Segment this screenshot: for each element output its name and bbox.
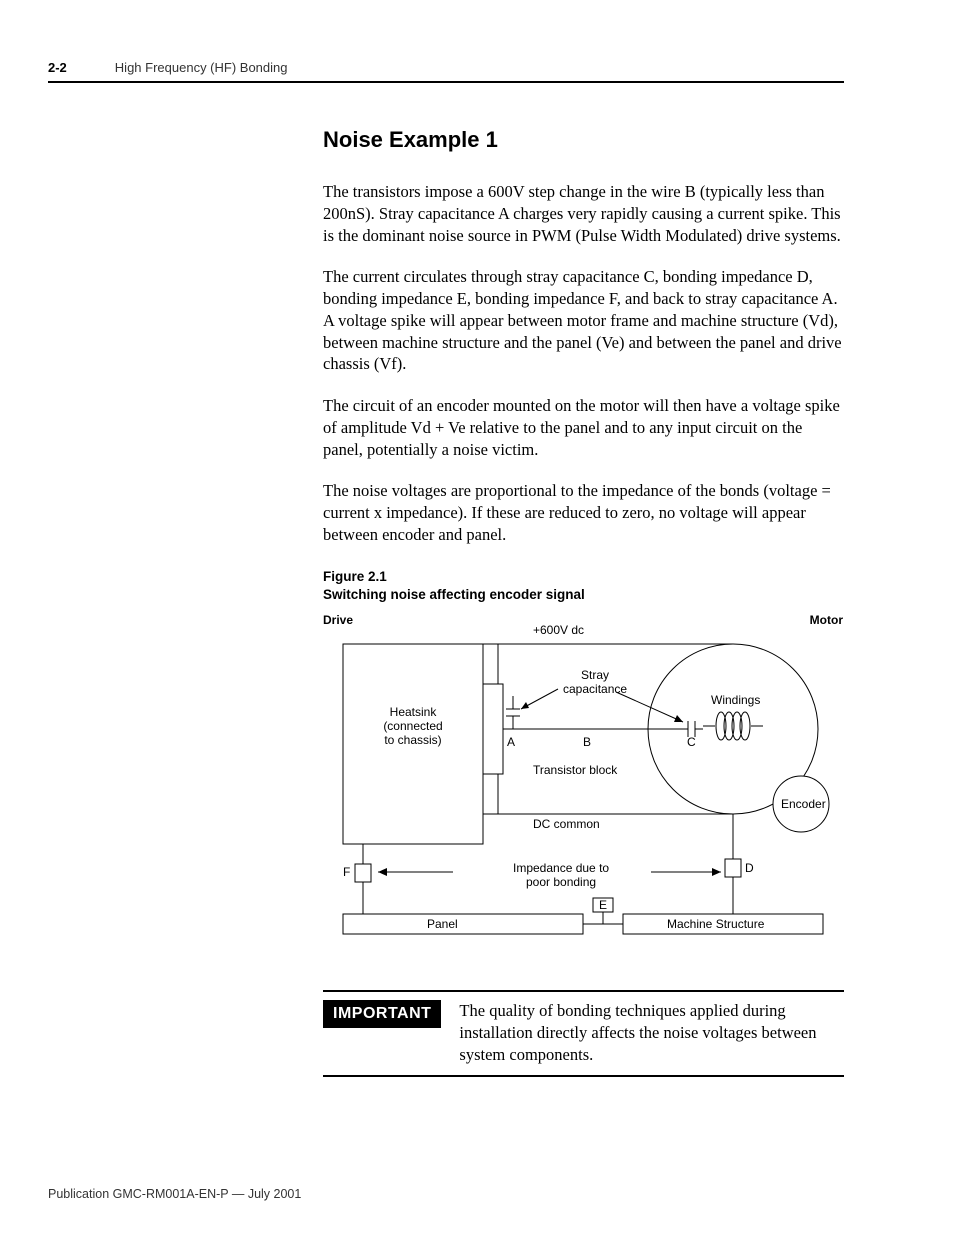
header-title: High Frequency (HF) Bonding — [115, 60, 288, 75]
page-number: 2-2 — [48, 60, 67, 75]
label-transistor: Transistor block — [533, 764, 617, 778]
label-600v: +600V dc — [533, 624, 584, 638]
section-heading: Noise Example 1 — [323, 127, 844, 153]
important-tag: IMPORTANT — [323, 1000, 441, 1028]
label-stray: Stray capacitance — [563, 669, 627, 697]
figure-caption: Figure 2.1 Switching noise affecting enc… — [323, 568, 844, 604]
label-E: E — [599, 899, 607, 913]
label-D: D — [745, 862, 754, 876]
label-B: B — [583, 736, 591, 750]
figure-diagram: Drive Motor +600V dc Stray capacitance W… — [323, 614, 843, 954]
figure-caption-line2: Switching noise affecting encoder signal — [323, 586, 844, 604]
label-F: F — [343, 866, 350, 880]
paragraph-1: The transistors impose a 600V step chang… — [323, 181, 844, 246]
label-A: A — [507, 736, 515, 750]
important-text: The quality of bonding techniques applie… — [459, 1000, 844, 1065]
label-windings: Windings — [711, 694, 760, 708]
label-dccommon: DC common — [533, 818, 600, 832]
label-machine: Machine Structure — [667, 918, 764, 932]
header-rule — [48, 81, 844, 83]
paragraph-4: The noise voltages are proportional to t… — [323, 480, 844, 545]
paragraph-3: The circuit of an encoder mounted on the… — [323, 395, 844, 460]
figure-caption-line1: Figure 2.1 — [323, 568, 844, 586]
label-drive: Drive — [323, 614, 353, 628]
diagram-svg — [323, 614, 843, 954]
label-heatsink: Heatsink (connected to chassis) — [373, 706, 453, 747]
paragraph-2: The current circulates through stray cap… — [323, 266, 844, 375]
label-encoder: Encoder — [781, 798, 826, 812]
label-panel: Panel — [427, 918, 458, 932]
footer-publication: Publication GMC-RM001A-EN-P — July 2001 — [48, 1187, 301, 1201]
label-impedance: Impedance due to poor bonding — [513, 862, 609, 890]
important-block: IMPORTANT The quality of bonding techniq… — [323, 990, 844, 1077]
label-motor: Motor — [810, 614, 843, 628]
label-C: C — [687, 736, 696, 750]
